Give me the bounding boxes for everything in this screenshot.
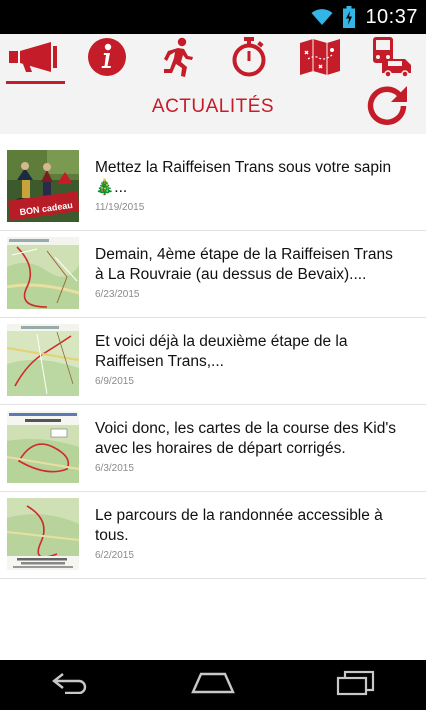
tab-map[interactable] — [284, 34, 355, 84]
stopwatch-icon — [230, 36, 268, 82]
nav-tabs — [0, 34, 426, 84]
news-date: 6/2/2015 — [95, 550, 134, 561]
status-time: 10:37 — [365, 5, 418, 28]
back-button[interactable] — [31, 660, 111, 710]
news-date: 11/19/2015 — [95, 202, 145, 213]
tab-transport[interactable] — [355, 34, 426, 84]
system-nav-bar — [0, 660, 426, 710]
news-thumbnail — [7, 411, 79, 483]
recents-icon — [335, 670, 375, 701]
news-thumbnail — [7, 498, 79, 570]
news-thumbnail — [7, 237, 79, 309]
news-item[interactable]: Le parcours de la randonnée accessible à… — [0, 492, 426, 579]
status-bar: 10:37 — [0, 0, 426, 34]
recents-button[interactable] — [315, 660, 395, 710]
map-icon — [299, 38, 341, 80]
news-date: 6/9/2015 — [95, 376, 134, 387]
news-thumbnail — [7, 324, 79, 396]
app-toolbar: ACTUALITÉS — [0, 34, 426, 134]
home-icon — [191, 672, 235, 699]
news-title: Et voici déjà la deuxième étape de la Ra… — [95, 333, 348, 370]
megaphone-icon — [7, 41, 65, 77]
news-date: 6/23/2015 — [95, 289, 140, 300]
news-thumbnail: BON cadeau — [7, 150, 79, 222]
back-icon — [51, 672, 91, 699]
news-item[interactable]: Voici donc, les cartes de la course des … — [0, 405, 426, 492]
tab-timing[interactable] — [213, 34, 284, 84]
news-item[interactable]: Demain, 4ème étape de la Raiffeisen Tran… — [0, 231, 426, 318]
refresh-icon — [365, 84, 409, 133]
news-list: BON cadeau Mettez la Raiffeisen Trans so… — [0, 144, 426, 579]
news-title: Mettez la Raiffeisen Trans sous votre sa… — [95, 159, 392, 196]
runner-icon — [161, 37, 195, 82]
news-title: Demain, 4ème étape de la Raiffeisen Tran… — [95, 246, 393, 283]
news-title: Le parcours de la randonnée accessible à… — [95, 507, 383, 544]
wifi-icon — [311, 8, 333, 26]
tab-race[interactable] — [142, 34, 213, 84]
home-button[interactable] — [173, 660, 253, 710]
news-title: Voici donc, les cartes de la course des … — [95, 420, 397, 457]
info-icon — [87, 37, 127, 82]
news-item[interactable]: BON cadeau Mettez la Raiffeisen Trans so… — [0, 144, 426, 231]
battery-charging-icon — [343, 6, 356, 28]
refresh-button[interactable] — [362, 84, 412, 132]
news-date: 6/3/2015 — [95, 463, 134, 474]
title-row: ACTUALITÉS — [0, 84, 426, 134]
tab-news[interactable] — [0, 34, 71, 84]
tab-info[interactable] — [71, 34, 142, 84]
transport-icon — [370, 36, 412, 82]
news-item[interactable]: Et voici déjà la deuxième étape de la Ra… — [0, 318, 426, 405]
